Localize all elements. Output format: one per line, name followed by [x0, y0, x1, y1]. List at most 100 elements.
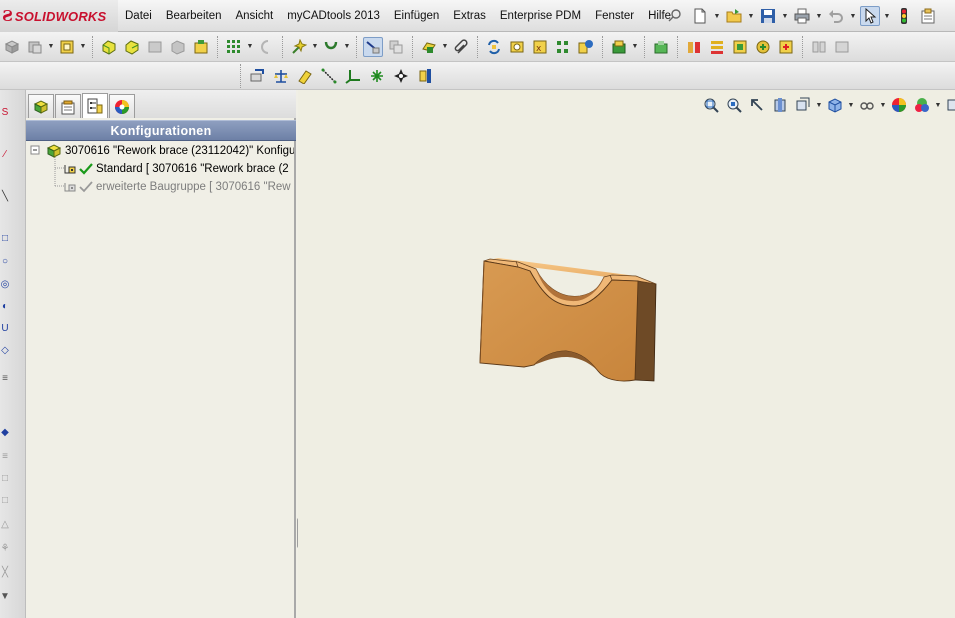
menu-ansicht[interactable]: Ansicht	[228, 10, 280, 22]
command-tab-icon[interactable]: ╲	[0, 190, 10, 202]
smart-fasteners-icon[interactable]	[256, 37, 276, 57]
print-dropdown-icon[interactable]: ▼	[816, 6, 823, 26]
menu-bearbeiten[interactable]: Bearbeiten	[159, 10, 229, 22]
edit-appearance-icon[interactable]	[889, 95, 909, 115]
mass-properties-icon[interactable]	[271, 66, 291, 86]
menu-mycadtools[interactable]: myCADtools 2013	[280, 10, 387, 22]
paperclip-icon[interactable]	[451, 37, 471, 57]
select-dropdown-icon[interactable]: ▼	[884, 6, 891, 26]
rotate-dropdown-icon[interactable]: ▼	[344, 37, 351, 57]
print-icon[interactable]	[792, 6, 812, 26]
tool-a-icon[interactable]	[684, 37, 704, 57]
tool-d-icon[interactable]	[753, 37, 773, 57]
configurationmanager-tab[interactable]	[82, 93, 108, 118]
command-tab-icon[interactable]: ◐	[0, 300, 10, 312]
menu-enterprise-pdm[interactable]: Enterprise PDM	[493, 10, 588, 22]
command-tab-icon[interactable]: U	[0, 322, 10, 334]
point-icon[interactable]	[367, 66, 387, 86]
tree-config-erweiterte-baugruppe[interactable]: erweiterte Baugruppe [ 3070616 "Rew	[64, 178, 291, 196]
open-folder-icon[interactable]	[724, 6, 744, 26]
component-grey1-icon[interactable]	[145, 37, 165, 57]
hide-show-items-icon[interactable]	[857, 95, 877, 115]
apply-scene-icon[interactable]	[912, 95, 932, 115]
large-assembly-mode-icon[interactable]: x	[530, 37, 550, 57]
exploded-view-grey-icon[interactable]	[386, 37, 406, 57]
command-tab-icon[interactable]: ○	[0, 255, 10, 267]
command-tab-icon[interactable]: ≡	[0, 372, 10, 384]
move-dropdown-icon[interactable]: ▼	[312, 37, 319, 57]
view-settings-icon[interactable]	[944, 95, 955, 115]
menu-fenster[interactable]: Fenster	[588, 10, 641, 22]
zoom-to-fit-icon[interactable]	[701, 95, 721, 115]
zoom-to-area-icon[interactable]	[724, 95, 744, 115]
scene-dropdown-icon[interactable]: ▼	[935, 95, 942, 115]
command-tab-icon[interactable]: S	[0, 106, 10, 118]
menu-datei[interactable]: Datei	[118, 10, 159, 22]
view-grey2-icon[interactable]	[832, 37, 852, 57]
save-icon[interactable]	[758, 6, 778, 26]
save-dropdown-icon[interactable]: ▼	[782, 6, 789, 26]
new-document-icon[interactable]	[690, 6, 710, 26]
command-tab-icon[interactable]: □	[0, 472, 10, 484]
command-tab-icon[interactable]: ⚘	[0, 542, 10, 554]
tree-root-item[interactable]: 3070616 "Rework brace (23112042)" Konfig…	[46, 142, 294, 160]
tool-b-icon[interactable]	[707, 37, 727, 57]
origin-icon[interactable]	[391, 66, 411, 86]
pattern-dropdown-icon[interactable]: ▼	[247, 37, 254, 57]
new-part-icon[interactable]	[25, 37, 45, 57]
open-dropdown-icon[interactable]: ▼	[748, 6, 755, 26]
solidworks-logo[interactable]: Ƨ SOLIDWORKS	[0, 0, 118, 32]
command-tab-icon[interactable]: □	[0, 232, 10, 244]
tool-e-icon[interactable]	[776, 37, 796, 57]
show-components-icon[interactable]	[99, 37, 119, 57]
move-component-icon[interactable]	[289, 37, 309, 57]
linear-pattern-icon[interactable]	[553, 37, 573, 57]
view-orientation-icon[interactable]	[793, 95, 813, 115]
collision-detection-icon[interactable]	[363, 36, 383, 57]
bom-icon[interactable]	[576, 37, 596, 57]
replace-components-icon[interactable]	[484, 37, 504, 57]
select-cursor-icon[interactable]	[860, 6, 880, 26]
view-grey1-icon[interactable]	[809, 37, 829, 57]
coordinate-system-icon[interactable]	[343, 66, 363, 86]
line-icon[interactable]	[319, 66, 339, 86]
design-library-icon[interactable]	[609, 37, 629, 57]
graphics-area[interactable]: ▼ ▼ ▼ ▼	[298, 90, 955, 618]
mate-reference-icon[interactable]	[415, 66, 435, 86]
command-tab-icon[interactable]: △	[0, 518, 10, 530]
rebuild-traffic-light-icon[interactable]	[894, 6, 914, 26]
command-tab-icon[interactable]: ◇	[0, 344, 10, 356]
featuremanager-tab[interactable]	[28, 94, 54, 118]
interference-dropdown-icon[interactable]: ▼	[442, 37, 449, 57]
toolbox-icon[interactable]	[651, 37, 671, 57]
rotate-component-icon[interactable]	[321, 37, 341, 57]
menu-einfuegen[interactable]: Einfügen	[387, 10, 446, 22]
mate-dropdown-icon[interactable]: ▼	[80, 37, 87, 57]
menu-extras[interactable]: Extras	[446, 10, 493, 22]
command-tab-icon[interactable]: ◆	[0, 426, 10, 438]
undo-icon[interactable]	[826, 6, 846, 26]
command-tab-icon[interactable]: ◎	[0, 278, 10, 290]
assembly-features-icon[interactable]	[191, 37, 211, 57]
display-style-dropdown-icon[interactable]: ▼	[848, 95, 855, 115]
command-tab-icon[interactable]: ▼	[0, 590, 10, 602]
command-tab-icon[interactable]: □	[0, 494, 10, 506]
new-part-dropdown-icon[interactable]: ▼	[48, 37, 55, 57]
interference-detection-icon[interactable]	[419, 37, 439, 57]
mate-icon[interactable]	[57, 37, 77, 57]
new-dropdown-icon[interactable]: ▼	[714, 6, 721, 26]
previous-view-icon[interactable]	[747, 95, 767, 115]
undo-dropdown-icon[interactable]: ▼	[850, 6, 857, 26]
tool-c-icon[interactable]	[730, 37, 750, 57]
hide-show-dropdown-icon[interactable]: ▼	[880, 95, 887, 115]
measure-icon[interactable]	[247, 66, 267, 86]
hide-components-icon[interactable]	[122, 37, 142, 57]
file-properties-icon[interactable]	[918, 6, 938, 26]
tree-config-standard[interactable]: Standard [ 3070616 "Rework brace (2	[64, 160, 289, 178]
pattern-icon[interactable]	[224, 37, 244, 57]
command-tab-icon[interactable]: ≡	[0, 450, 10, 462]
propertymanager-tab[interactable]	[55, 94, 81, 118]
library-dropdown-icon[interactable]: ▼	[632, 37, 639, 57]
display-style-icon[interactable]	[825, 95, 845, 115]
component-grey2-icon[interactable]	[168, 37, 188, 57]
